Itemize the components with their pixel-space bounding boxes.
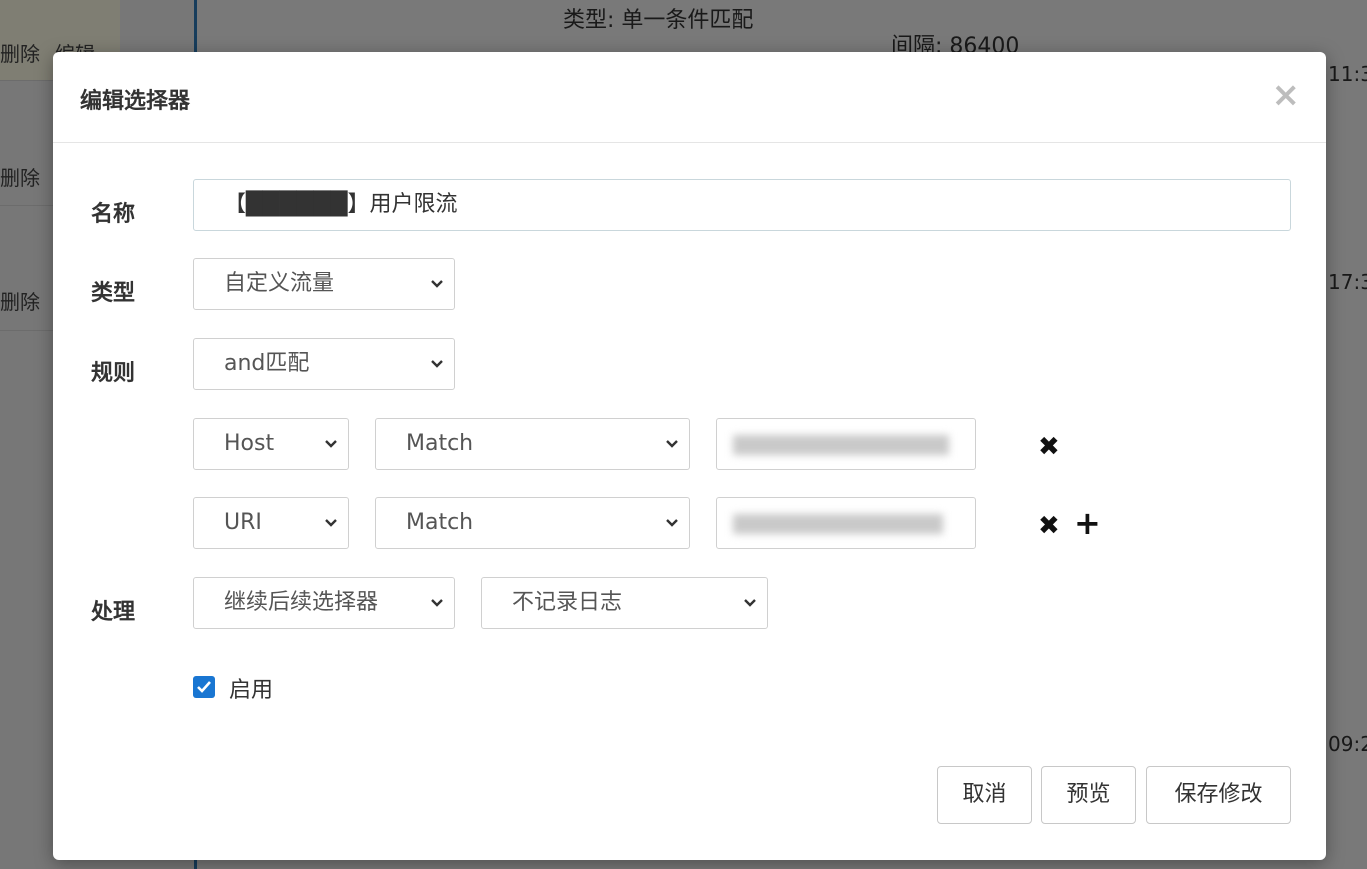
checkmark-icon [197, 681, 211, 693]
chevron-down-icon [325, 519, 337, 527]
dialog-header: 编辑选择器 × [53, 52, 1326, 143]
condition-field-value: URI [224, 510, 262, 535]
chevron-down-icon [431, 599, 443, 607]
rule-label: 规则 [91, 361, 136, 386]
chevron-down-icon [431, 360, 443, 368]
condition-value-input[interactable] [716, 418, 976, 470]
condition-operator-value: Match [406, 431, 474, 456]
name-input-value: 【██████】用户限流 [224, 192, 458, 217]
chevron-down-icon [666, 519, 678, 527]
chevron-down-icon [744, 599, 756, 607]
remove-condition-icon[interactable]: ✖ [1038, 513, 1060, 539]
log-select[interactable]: 不记录日志 [481, 577, 768, 629]
chevron-down-icon [325, 440, 337, 448]
rule-select[interactable]: and匹配 [193, 338, 455, 390]
type-label: 类型 [91, 281, 136, 306]
handle-label: 处理 [91, 600, 136, 625]
condition-value-input[interactable] [716, 497, 976, 549]
rule-select-value: and匹配 [224, 351, 310, 376]
condition-operator-value: Match [406, 510, 474, 535]
name-input[interactable]: 【██████】用户限流 [193, 179, 1291, 231]
chevron-down-icon [431, 280, 443, 288]
handle-select[interactable]: 继续后续选择器 [193, 577, 455, 629]
condition-operator-select[interactable]: Match [375, 418, 690, 470]
cancel-button[interactable]: 取消 [937, 766, 1032, 824]
condition-field-value: Host [224, 431, 275, 456]
remove-condition-icon[interactable]: ✖ [1038, 434, 1060, 460]
name-label: 名称 [91, 202, 136, 227]
type-select[interactable]: 自定义流量 [193, 258, 455, 310]
dialog-title: 编辑选择器 [80, 89, 191, 114]
condition-field-select[interactable]: URI [193, 497, 349, 549]
condition-field-select[interactable]: Host [193, 418, 349, 470]
edit-selector-dialog: 编辑选择器 × 名称 【██████】用户限流 类型 自定义流量 规则 and匹… [53, 52, 1326, 860]
preview-button[interactable]: 预览 [1041, 766, 1136, 824]
enabled-label: 启用 [229, 678, 274, 703]
redacted-value [733, 435, 949, 455]
add-condition-icon[interactable]: + [1074, 507, 1101, 539]
close-icon[interactable]: × [1272, 78, 1301, 112]
chevron-down-icon [666, 440, 678, 448]
handle-select-value: 继续后续选择器 [224, 590, 379, 615]
enabled-checkbox[interactable] [193, 676, 215, 698]
type-select-value: 自定义流量 [224, 271, 335, 296]
condition-operator-select[interactable]: Match [375, 497, 690, 549]
redacted-value [733, 514, 943, 534]
log-select-value: 不记录日志 [512, 590, 623, 615]
save-button[interactable]: 保存修改 [1146, 766, 1291, 824]
